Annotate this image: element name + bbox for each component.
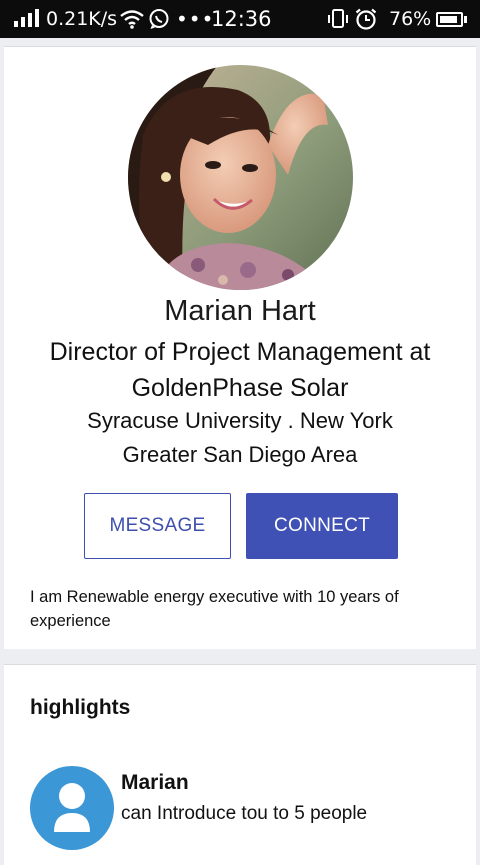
battery-icon (436, 0, 467, 38)
profile-about: I am Renewable energy executive with 10 … (30, 588, 399, 630)
highlight-name[interactable]: Marian (121, 771, 189, 795)
status-bar: 0.21K/s ••• 12:36 76% (0, 0, 480, 38)
profile-name: Marian Hart (164, 295, 316, 327)
profile-card: Marian Hart Director of Project Manageme… (4, 46, 476, 649)
connect-button[interactable]: CONNECT (246, 493, 398, 559)
wifi-icon (120, 0, 144, 38)
profile-title: Director of Project Management at Golden… (49, 338, 431, 402)
highlights-heading: highlights (30, 696, 131, 719)
signal-icon (14, 0, 39, 38)
clock: 12:36 (211, 7, 272, 31)
highlights-card: highlights Marian can Introduce tou to 5… (4, 664, 476, 865)
person-avatar-icon[interactable] (30, 766, 114, 850)
message-button[interactable]: MESSAGE (84, 493, 231, 559)
whatsapp-icon (148, 0, 170, 38)
profile-school: Syracuse University . New York (87, 408, 393, 433)
profile-photo[interactable] (128, 65, 353, 290)
network-speed: 0.21K/s (46, 8, 118, 30)
vibrate-icon (327, 0, 349, 38)
profile-location: Greater San Diego Area (122, 442, 358, 467)
more-dots-icon: ••• (176, 7, 215, 31)
alarm-icon (354, 0, 378, 38)
highlight-description: can Introduce tou to 5 people (121, 803, 368, 824)
battery-percent: 76% (389, 8, 432, 30)
